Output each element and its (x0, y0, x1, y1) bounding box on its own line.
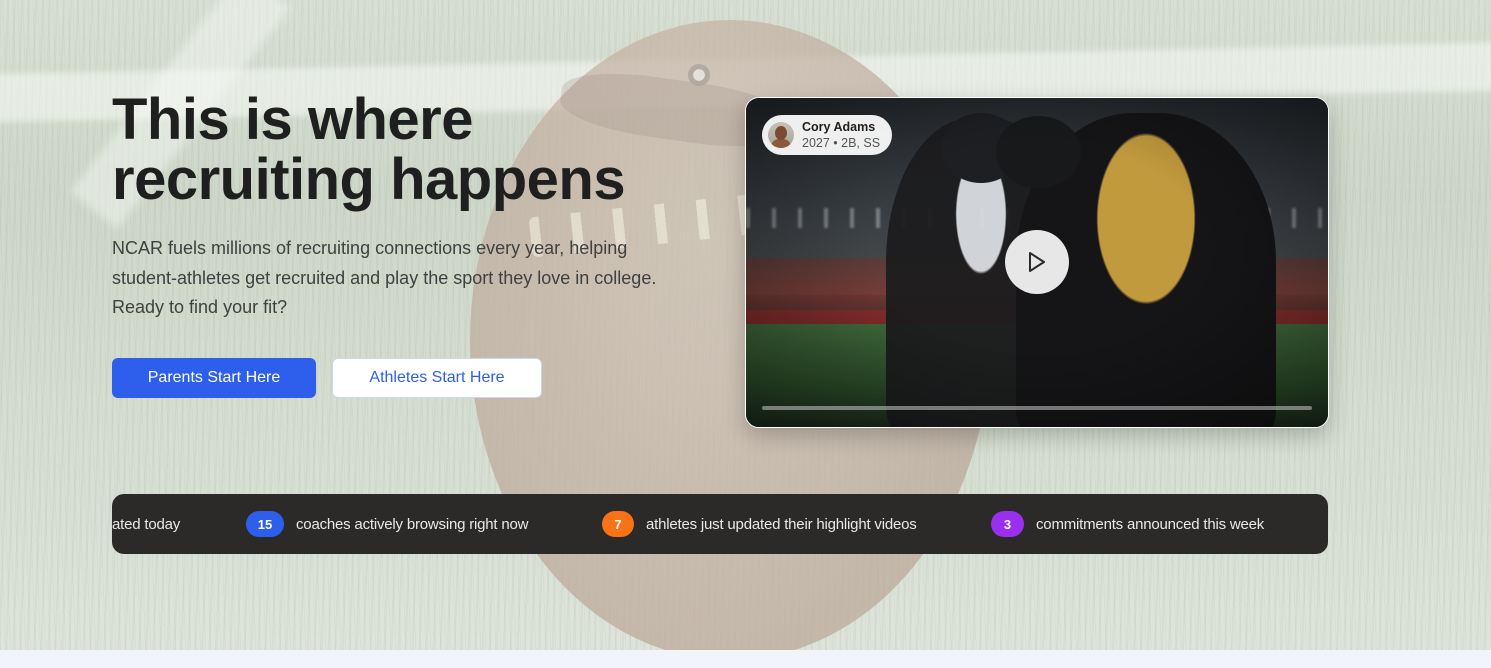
video-progress-bar[interactable] (762, 406, 1312, 410)
ticker-count-badge: 15 (246, 511, 284, 537)
hero-title-line: recruiting happens (112, 147, 626, 212)
next-section-edge (0, 650, 1491, 668)
ticker-count-badge: 7 (602, 511, 634, 537)
ticker-text: athletes just updated their highlight vi… (646, 515, 917, 533)
athlete-name: Cory Adams (802, 119, 876, 134)
avatar-body (771, 139, 791, 148)
hero-description: NCAR fuels millions of recruiting connec… (112, 238, 657, 317)
ticker-text: coaches actively browsing right now (296, 515, 529, 533)
athlete-info: Cory Adams 2027 • 2B, SS (802, 120, 880, 151)
ticker-item: 7 athletes just updated their highlight v… (602, 494, 917, 554)
highlight-video-card[interactable]: Cory Adams 2027 • 2B, SS (745, 97, 1329, 428)
avatar-face (775, 126, 787, 140)
hero-title-line: This is where (112, 87, 473, 152)
hero-title: This is where recruiting happens (112, 90, 712, 210)
athlete-meta: 2027 • 2B, SS (802, 135, 881, 150)
hero-content: This is where recruiting happens NCAR fu… (112, 90, 712, 323)
parents-start-button[interactable]: Parents Start Here (112, 358, 316, 398)
ticker-count-badge: 3 (991, 511, 1024, 537)
play-icon (1029, 252, 1045, 272)
ticker-item: ated today (112, 494, 180, 554)
athlete-chip[interactable]: Cory Adams 2027 • 2B, SS (762, 115, 893, 155)
ticker-item: 3 commitments announced this week (991, 494, 1264, 554)
play-button[interactable] (1005, 230, 1069, 294)
athletes-start-button[interactable]: Athletes Start Here (332, 358, 542, 398)
activity-ticker: ated today 15 coaches actively browsing ri… (112, 494, 1328, 554)
ticker-text: commitments announced this week (1036, 515, 1265, 533)
cta-row: Parents Start Here Athletes Start Here (112, 358, 542, 398)
avatar (768, 122, 794, 148)
ticker-item: 15 coaches actively browsing right now (246, 494, 528, 554)
ticker-text: ated today (112, 515, 181, 533)
